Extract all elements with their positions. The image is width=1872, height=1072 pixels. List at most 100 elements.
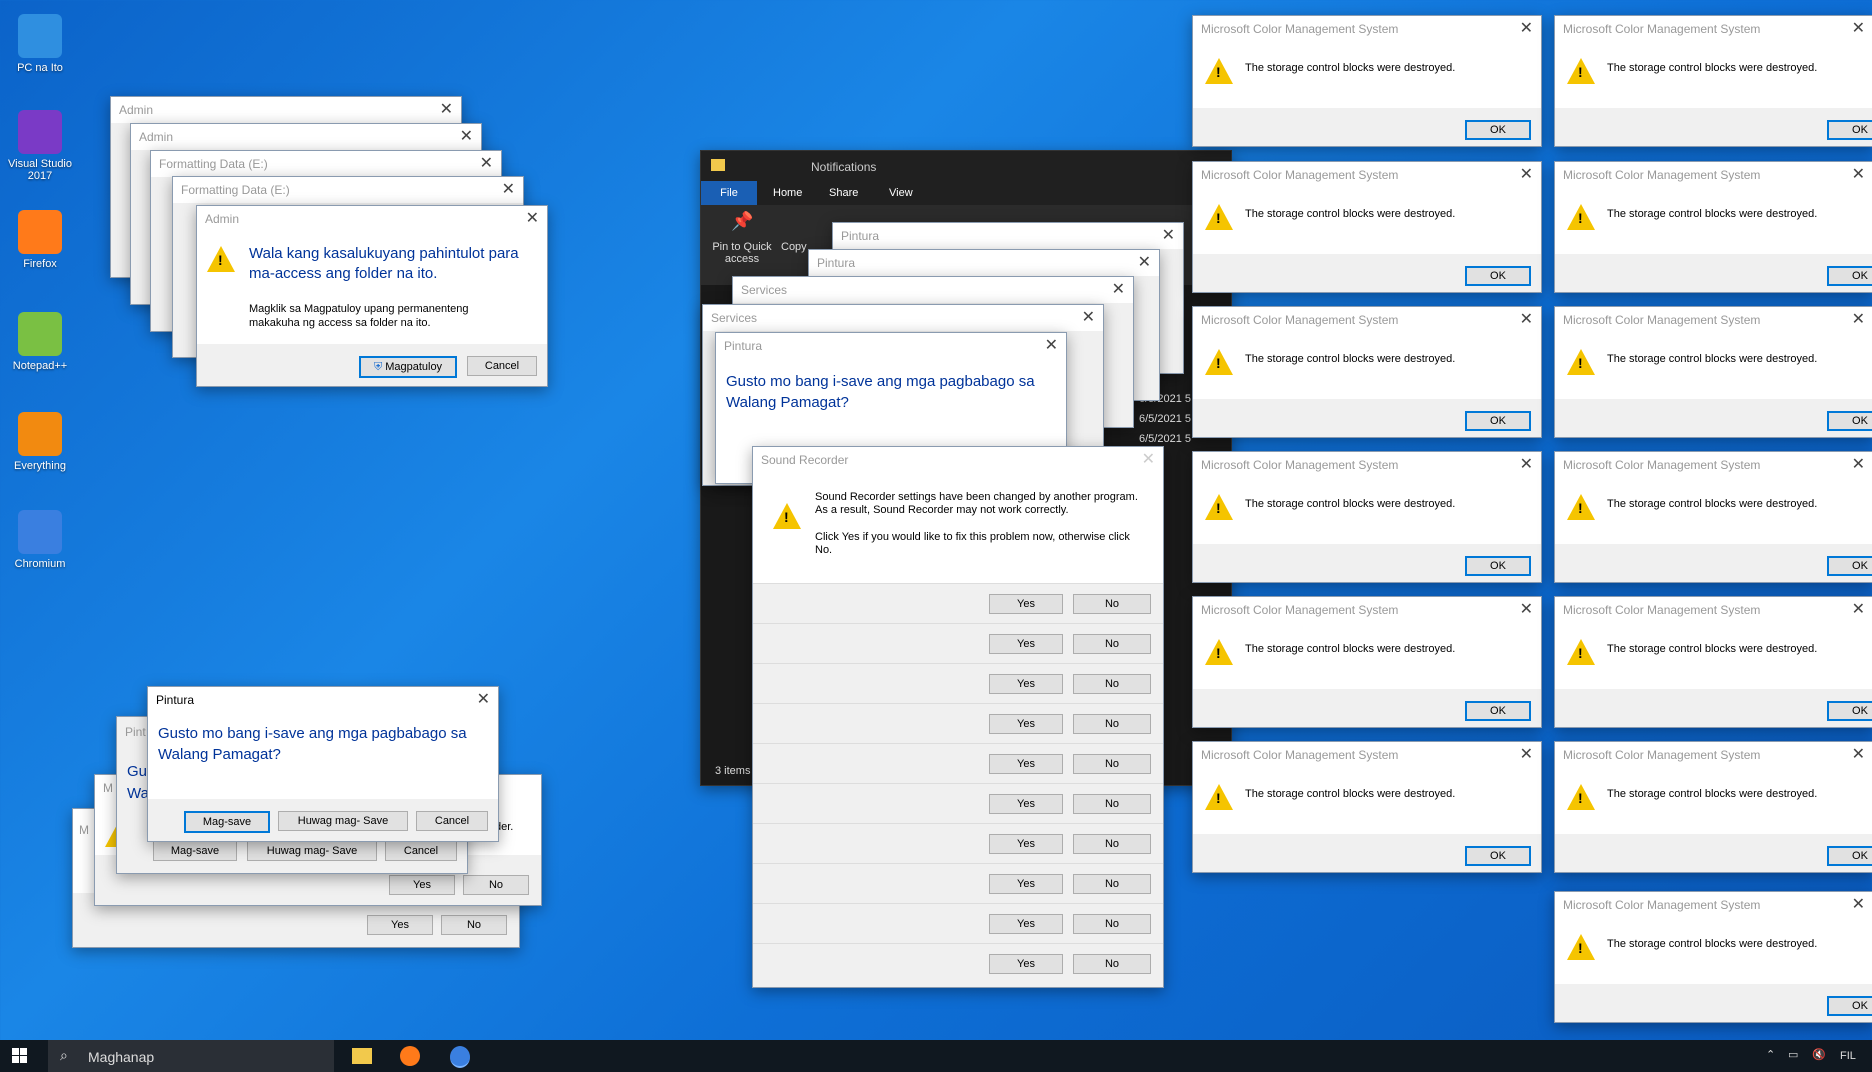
- chevron-up-icon[interactable]: ⌃: [1766, 1048, 1775, 1061]
- volume-muted-icon[interactable]: 🔇: [1812, 1048, 1826, 1061]
- tab-home[interactable]: Home: [773, 187, 802, 199]
- ok-button[interactable]: OK: [1465, 411, 1531, 431]
- close-icon[interactable]: ✕: [1045, 338, 1058, 354]
- no-button[interactable]: No: [1073, 754, 1151, 774]
- mcms-error-dialog[interactable]: Microsoft Color Management System ✕! The s…: [1554, 15, 1872, 147]
- yes-button[interactable]: Yes: [989, 954, 1063, 974]
- copy-label[interactable]: Copy: [781, 241, 807, 253]
- yes-button[interactable]: Yes: [989, 674, 1063, 694]
- close-icon[interactable]: ✕: [477, 692, 490, 708]
- mcms-error-dialog[interactable]: Microsoft Color Management System ✕! The s…: [1192, 741, 1542, 873]
- no-button[interactable]: No: [1073, 954, 1151, 974]
- no-button[interactable]: No: [1073, 594, 1151, 614]
- close-icon[interactable]: ✕: [1520, 457, 1533, 473]
- close-icon[interactable]: ✕: [1852, 21, 1865, 37]
- network-icon[interactable]: ▭: [1788, 1048, 1798, 1061]
- ok-button[interactable]: OK: [1827, 266, 1872, 286]
- pin-to-quick-access-label[interactable]: Pin to Quick access: [707, 241, 777, 265]
- mcms-error-dialog[interactable]: Microsoft Color Management System ✕! The s…: [1192, 596, 1542, 728]
- ok-button[interactable]: OK: [1465, 266, 1531, 286]
- continue-button[interactable]: ⛨ Magpatuloy: [359, 356, 457, 378]
- ok-button[interactable]: OK: [1465, 120, 1531, 140]
- cancel-button[interactable]: Cancel: [467, 356, 537, 376]
- mcms-error-dialog[interactable]: Microsoft Color Management System ✕! The s…: [1554, 161, 1872, 293]
- close-icon[interactable]: ✕: [480, 156, 493, 172]
- tab-file[interactable]: File: [701, 181, 757, 205]
- save-button[interactable]: Mag-save: [153, 841, 237, 861]
- close-icon[interactable]: ✕: [1852, 167, 1865, 183]
- mcms-error-dialog[interactable]: Microsoft Color Management System ✕! The s…: [1554, 891, 1872, 1023]
- yes-button[interactable]: Yes: [989, 594, 1063, 614]
- yes-button[interactable]: Yes: [367, 915, 433, 935]
- close-icon[interactable]: ✕: [1520, 21, 1533, 37]
- desktop-icon[interactable]: Visual Studio 2017: [0, 110, 80, 182]
- search-box[interactable]: ⌕ Maghanap: [48, 1040, 334, 1072]
- no-button[interactable]: No: [441, 915, 507, 935]
- file-explorer-taskbar-icon[interactable]: [352, 1048, 372, 1064]
- close-icon[interactable]: ✕: [1142, 452, 1155, 468]
- yes-button[interactable]: Yes: [989, 834, 1063, 854]
- ok-button[interactable]: OK: [1827, 411, 1872, 431]
- no-button[interactable]: No: [1073, 714, 1151, 734]
- yes-button[interactable]: Yes: [989, 794, 1063, 814]
- close-icon[interactable]: ✕: [526, 211, 539, 227]
- no-button[interactable]: No: [1073, 834, 1151, 854]
- yes-button[interactable]: Yes: [989, 874, 1063, 894]
- mcms-error-dialog[interactable]: Microsoft Color Management System ✕! The s…: [1192, 161, 1542, 293]
- cancel-button[interactable]: Cancel: [416, 811, 488, 831]
- yes-button[interactable]: Yes: [989, 914, 1063, 934]
- dont-save-button[interactable]: Huwag mag- Save: [247, 841, 377, 861]
- desktop-icon[interactable]: PC na Ito: [0, 14, 80, 74]
- pintura-save-dialog[interactable]: Pintura ✕ Gusto mo bang i-save ang mga pa…: [147, 686, 499, 842]
- close-icon[interactable]: ✕: [1852, 457, 1865, 473]
- mcms-error-dialog[interactable]: Microsoft Color Management System ✕! The s…: [1554, 596, 1872, 728]
- no-button[interactable]: No: [1073, 914, 1151, 934]
- desktop-icon[interactable]: Firefox: [0, 210, 80, 270]
- mcms-error-dialog[interactable]: Microsoft Color Management System ✕! The s…: [1192, 15, 1542, 147]
- mcms-error-dialog[interactable]: Microsoft Color Management System ✕! The s…: [1554, 451, 1872, 583]
- close-icon[interactable]: ✕: [1082, 310, 1095, 326]
- no-button[interactable]: No: [1073, 674, 1151, 694]
- close-icon[interactable]: ✕: [1520, 602, 1533, 618]
- close-icon[interactable]: ✕: [1852, 747, 1865, 763]
- close-icon[interactable]: ✕: [460, 129, 473, 145]
- desktop-icon[interactable]: Notepad++: [0, 312, 80, 372]
- mcms-error-dialog[interactable]: Microsoft Color Management System ✕! The s…: [1192, 451, 1542, 583]
- desktop-icon[interactable]: Everything: [0, 412, 80, 472]
- start-icon[interactable]: [12, 1048, 28, 1064]
- cancel-button[interactable]: Cancel: [385, 841, 457, 861]
- admin-permission-dialog[interactable]: Admin ✕ ! Wala kang kasalukuyang pahintul…: [196, 205, 548, 387]
- mcms-error-dialog[interactable]: Microsoft Color Management System ✕! The s…: [1554, 306, 1872, 438]
- no-button[interactable]: No: [1073, 794, 1151, 814]
- sound-recorder-dialog[interactable]: Sound Recorder ✕ ! Sound Recorder setting…: [752, 446, 1164, 988]
- ok-button[interactable]: OK: [1827, 701, 1872, 721]
- close-icon[interactable]: ✕: [1520, 312, 1533, 328]
- ok-button[interactable]: OK: [1465, 846, 1531, 866]
- desktop-icon[interactable]: Chromium: [0, 510, 80, 570]
- close-icon[interactable]: ✕: [1138, 255, 1151, 271]
- tab-share[interactable]: Share: [829, 187, 858, 199]
- yes-button[interactable]: Yes: [989, 714, 1063, 734]
- yes-button[interactable]: Yes: [389, 875, 455, 895]
- close-icon[interactable]: ✕: [1852, 897, 1865, 913]
- ok-button[interactable]: OK: [1827, 556, 1872, 576]
- ok-button[interactable]: OK: [1827, 996, 1872, 1016]
- pin-icon[interactable]: 📌: [731, 211, 753, 232]
- no-button[interactable]: No: [463, 875, 529, 895]
- chromium-taskbar-icon[interactable]: [450, 1046, 470, 1068]
- yes-button[interactable]: Yes: [989, 754, 1063, 774]
- tab-view[interactable]: View: [889, 187, 913, 199]
- ok-button[interactable]: OK: [1465, 556, 1531, 576]
- close-icon[interactable]: ✕: [1162, 228, 1175, 244]
- ok-button[interactable]: OK: [1827, 846, 1872, 866]
- close-icon[interactable]: ✕: [440, 102, 453, 118]
- no-button[interactable]: No: [1073, 874, 1151, 894]
- save-button[interactable]: Mag-save: [184, 811, 270, 833]
- close-icon[interactable]: ✕: [502, 182, 515, 198]
- mcms-error-dialog[interactable]: Microsoft Color Management System ✕! The s…: [1554, 741, 1872, 873]
- close-icon[interactable]: ✕: [1852, 312, 1865, 328]
- ok-button[interactable]: OK: [1827, 120, 1872, 140]
- close-icon[interactable]: ✕: [1520, 747, 1533, 763]
- dont-save-button[interactable]: Huwag mag- Save: [278, 811, 408, 831]
- close-icon[interactable]: ✕: [1520, 167, 1533, 183]
